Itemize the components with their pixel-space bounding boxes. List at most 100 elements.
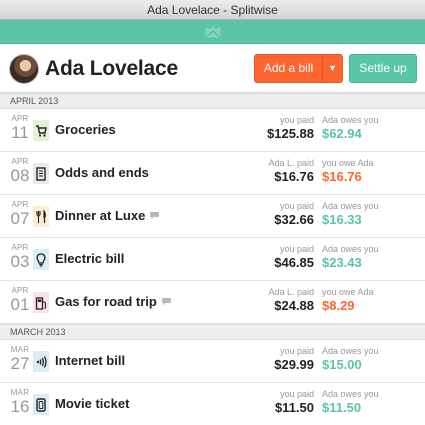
paid-label: Ada L. paid [268, 158, 314, 168]
paid-label: you paid [279, 115, 314, 125]
expense-description[interactable]: Internet bill [55, 353, 125, 368]
avatar[interactable] [9, 54, 39, 84]
wifi-icon [36, 355, 47, 368]
lightbulb-icon [36, 252, 46, 267]
expense-day: 27 [10, 354, 30, 373]
expense-row[interactable]: APR 07 Dinner at Luxe you paid $32.66 Ada owe… [0, 195, 425, 238]
expense-date: MAR 27 [10, 345, 30, 373]
window-title-bar: Ada Lovelace - Splitwise [0, 0, 425, 20]
balance-amount: $16.76 [322, 169, 362, 184]
balance-amount: $62.94 [322, 126, 362, 141]
expense-description-text[interactable]: Groceries [55, 122, 116, 137]
expense-description[interactable]: Movie ticket [55, 396, 129, 411]
balance-label: Ada owes you [322, 201, 379, 211]
expense-row[interactable]: APR 08 Odds and ends Ada L. paid $16.76 you o… [0, 152, 425, 195]
expense-description[interactable]: Gas for road trip [55, 294, 172, 309]
category-badge [33, 394, 49, 415]
expense-description-text[interactable]: Dinner at Luxe [55, 208, 145, 223]
comment-icon[interactable] [149, 211, 160, 220]
window-title: Ada Lovelace - Splitwise [147, 3, 278, 17]
expense-row[interactable]: APR 03 Electric bill you paid $46.85 Ada owes… [0, 238, 425, 281]
comment-icon[interactable] [161, 297, 172, 306]
expense-day: 01 [10, 295, 30, 314]
paid-column: you paid $125.88 [267, 115, 314, 142]
paid-amount: $125.88 [267, 126, 314, 141]
expense-description-text[interactable]: Electric bill [55, 251, 124, 266]
balance-amount: $16.33 [322, 212, 362, 227]
paid-amount: $46.85 [274, 255, 314, 270]
expense-day: 08 [10, 166, 30, 185]
balance-label: you owe Ada [322, 158, 374, 168]
expense-description[interactable]: Groceries [55, 122, 116, 137]
balance-column: you owe Ada $8.29 [322, 287, 374, 314]
paid-column: you paid $11.50 [275, 389, 314, 416]
paid-label: you paid [279, 346, 314, 356]
paid-amount: $11.50 [274, 400, 314, 415]
expense-month: APR [11, 200, 29, 209]
settle-up-button[interactable]: Settle up [349, 54, 417, 83]
balance-amount: $23.43 [322, 255, 362, 270]
expense-description-text[interactable]: Movie ticket [55, 396, 129, 411]
app-top-bar [0, 20, 425, 44]
balance-label: Ada owes you [322, 389, 379, 399]
receipt-icon [36, 166, 46, 181]
balance-column: you owe Ada $16.76 [322, 158, 374, 185]
category-badge [33, 292, 49, 313]
paid-label: you paid [279, 201, 314, 211]
expense-description-text[interactable]: Internet bill [55, 353, 125, 368]
expense-row[interactable]: APR 01 Gas for road trip Ada L. paid $24.88 y… [0, 281, 425, 324]
balance-column: Ada owes you $62.94 [322, 115, 379, 142]
paid-amount: $32.66 [274, 212, 314, 227]
expense-month: APR [11, 243, 29, 252]
category-badge [33, 249, 49, 270]
page-title: Ada Lovelace [45, 57, 178, 80]
paid-column: you paid $46.85 [274, 244, 314, 271]
expense-day: 11 [11, 123, 29, 142]
category-badge [33, 120, 49, 141]
paid-column: Ada L. paid $24.88 [268, 287, 314, 314]
expense-description[interactable]: Dinner at Luxe [55, 208, 160, 223]
fork-knife-icon [36, 209, 46, 223]
expense-month: MAR [10, 345, 30, 354]
expense-month: APR [11, 157, 29, 166]
add-bill-label[interactable]: Add a bill [255, 55, 322, 82]
paid-column: you paid $29.99 [274, 346, 314, 373]
expense-description[interactable]: Odds and ends [55, 165, 149, 180]
balance-label: Ada owes you [322, 346, 379, 356]
paid-column: you paid $32.66 [274, 201, 314, 228]
category-badge [33, 351, 49, 372]
expense-day: 16 [10, 397, 30, 416]
expense-date: APR 08 [10, 157, 30, 185]
balance-amount: $15.00 [322, 357, 362, 372]
expense-date: MAR 16 [10, 388, 30, 416]
cart-icon [36, 124, 47, 137]
balance-column: Ada owes you $16.33 [322, 201, 379, 228]
expense-row[interactable]: APR 11 Groceries you paid $125.88 Ada owes yo… [0, 109, 425, 152]
expense-description-text[interactable]: Odds and ends [55, 165, 149, 180]
ticket-icon [36, 397, 46, 412]
balance-column: Ada owes you $23.43 [322, 244, 379, 271]
paid-amount: $16.76 [274, 169, 314, 184]
splitwise-logo-icon[interactable] [205, 26, 221, 38]
balance-label: Ada owes you [322, 244, 379, 254]
paid-amount: $29.99 [274, 357, 314, 372]
month-section-header: MARCH 2013 [0, 324, 425, 340]
expense-row[interactable]: MAR 16 Movie ticket you paid $11.50 Ada owes … [0, 383, 425, 425]
chevron-down-icon[interactable]: ▼ [322, 55, 342, 82]
paid-label: you paid [279, 389, 314, 399]
paid-label: you paid [279, 244, 314, 254]
paid-label: Ada L. paid [268, 287, 314, 297]
expense-month: MAR [10, 388, 30, 397]
expense-description[interactable]: Electric bill [55, 251, 124, 266]
expense-date: APR 01 [10, 286, 30, 314]
add-bill-button[interactable]: Add a bill ▼ [254, 54, 343, 83]
expense-row[interactable]: MAR 27 Internet bill you paid $29.99 Ada owes… [0, 340, 425, 383]
expense-month: APR [11, 114, 29, 123]
balance-label: Ada owes you [322, 115, 379, 125]
balance-column: Ada owes you $15.00 [322, 346, 379, 373]
balance-label: you owe Ada [322, 287, 374, 297]
paid-column: Ada L. paid $16.76 [268, 158, 314, 185]
expense-description-text[interactable]: Gas for road trip [55, 294, 157, 309]
balance-amount: $11.50 [322, 400, 362, 415]
category-badge [33, 206, 49, 227]
